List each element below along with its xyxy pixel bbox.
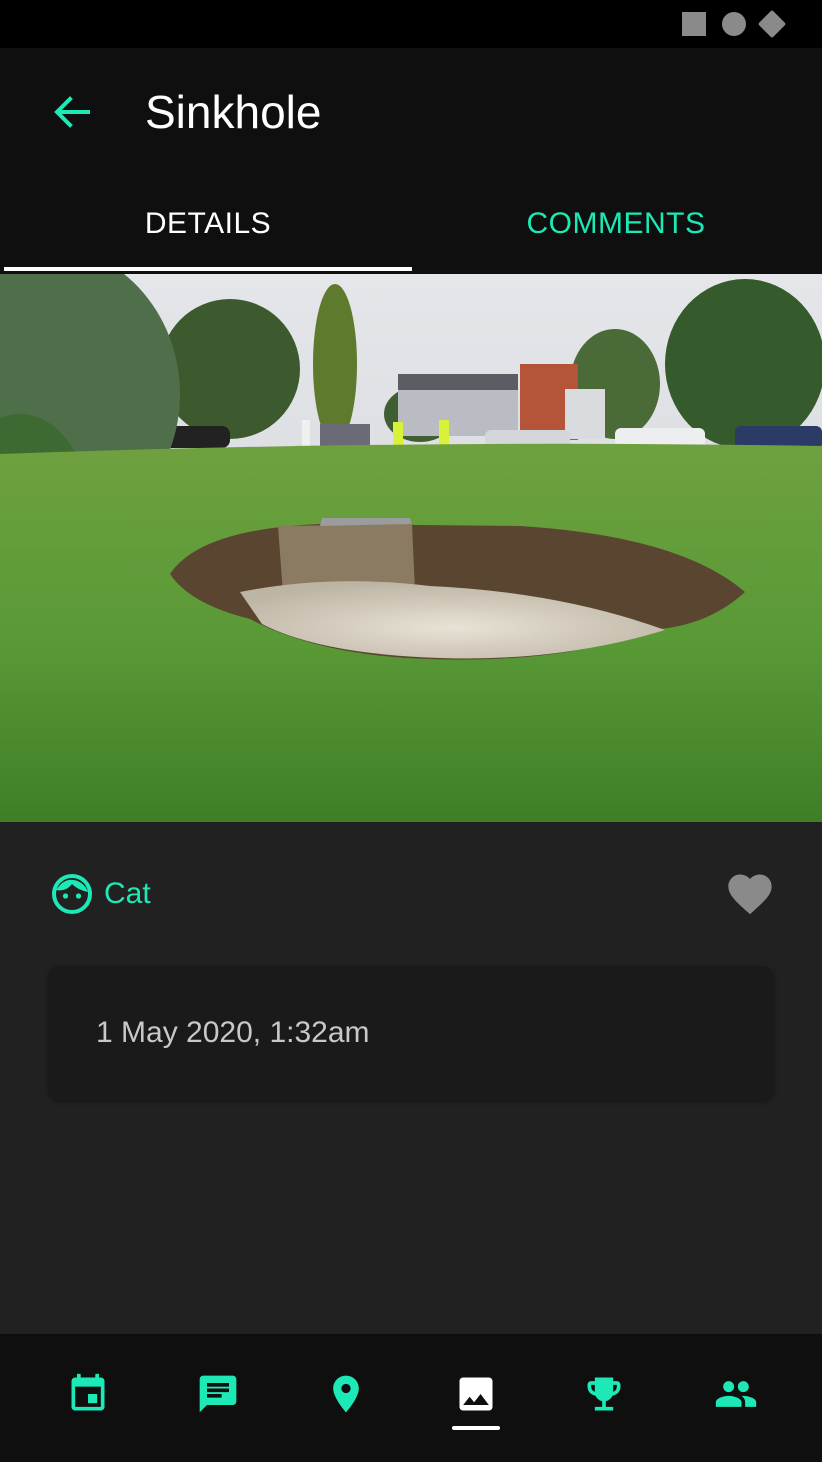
arrow-back-icon: [54, 96, 90, 128]
image-icon: [459, 1377, 493, 1411]
nav-gallery[interactable]: [436, 1364, 516, 1434]
circle-status-icon: [722, 12, 746, 36]
trophy-icon: [587, 1377, 621, 1411]
active-nav-indicator: [452, 1426, 500, 1430]
nav-chat[interactable]: [178, 1364, 258, 1434]
status-bar: [0, 0, 822, 48]
tab-details[interactable]: DETAILS: [4, 178, 412, 270]
date-card: 1 May 2020, 1:32am: [48, 966, 774, 1100]
sinkhole-photo: [0, 274, 822, 822]
chat-icon: [199, 1375, 237, 1413]
face-icon: [50, 872, 94, 916]
group-icon: [715, 1381, 757, 1407]
nav-location[interactable]: [306, 1364, 386, 1434]
back-button[interactable]: [48, 84, 96, 140]
location-pin-icon: [333, 1375, 359, 1413]
bottom-nav: [0, 1334, 822, 1462]
tab-comments[interactable]: COMMENTS: [412, 178, 820, 270]
author-name[interactable]: Cat: [104, 872, 151, 916]
nav-calendar[interactable]: [48, 1364, 128, 1434]
diamond-status-icon: [757, 9, 787, 39]
active-tab-indicator: [4, 267, 412, 271]
square-status-icon: [682, 12, 706, 36]
post-date: 1 May 2020, 1:32am: [96, 1016, 370, 1049]
page-title: Sinkhole: [145, 86, 322, 138]
nav-group[interactable]: [694, 1364, 774, 1434]
like-button[interactable]: [724, 868, 776, 920]
nav-trophy[interactable]: [564, 1364, 644, 1434]
calendar-icon: [71, 1373, 105, 1411]
post-photo[interactable]: [0, 274, 822, 822]
heart-icon: [728, 874, 772, 915]
